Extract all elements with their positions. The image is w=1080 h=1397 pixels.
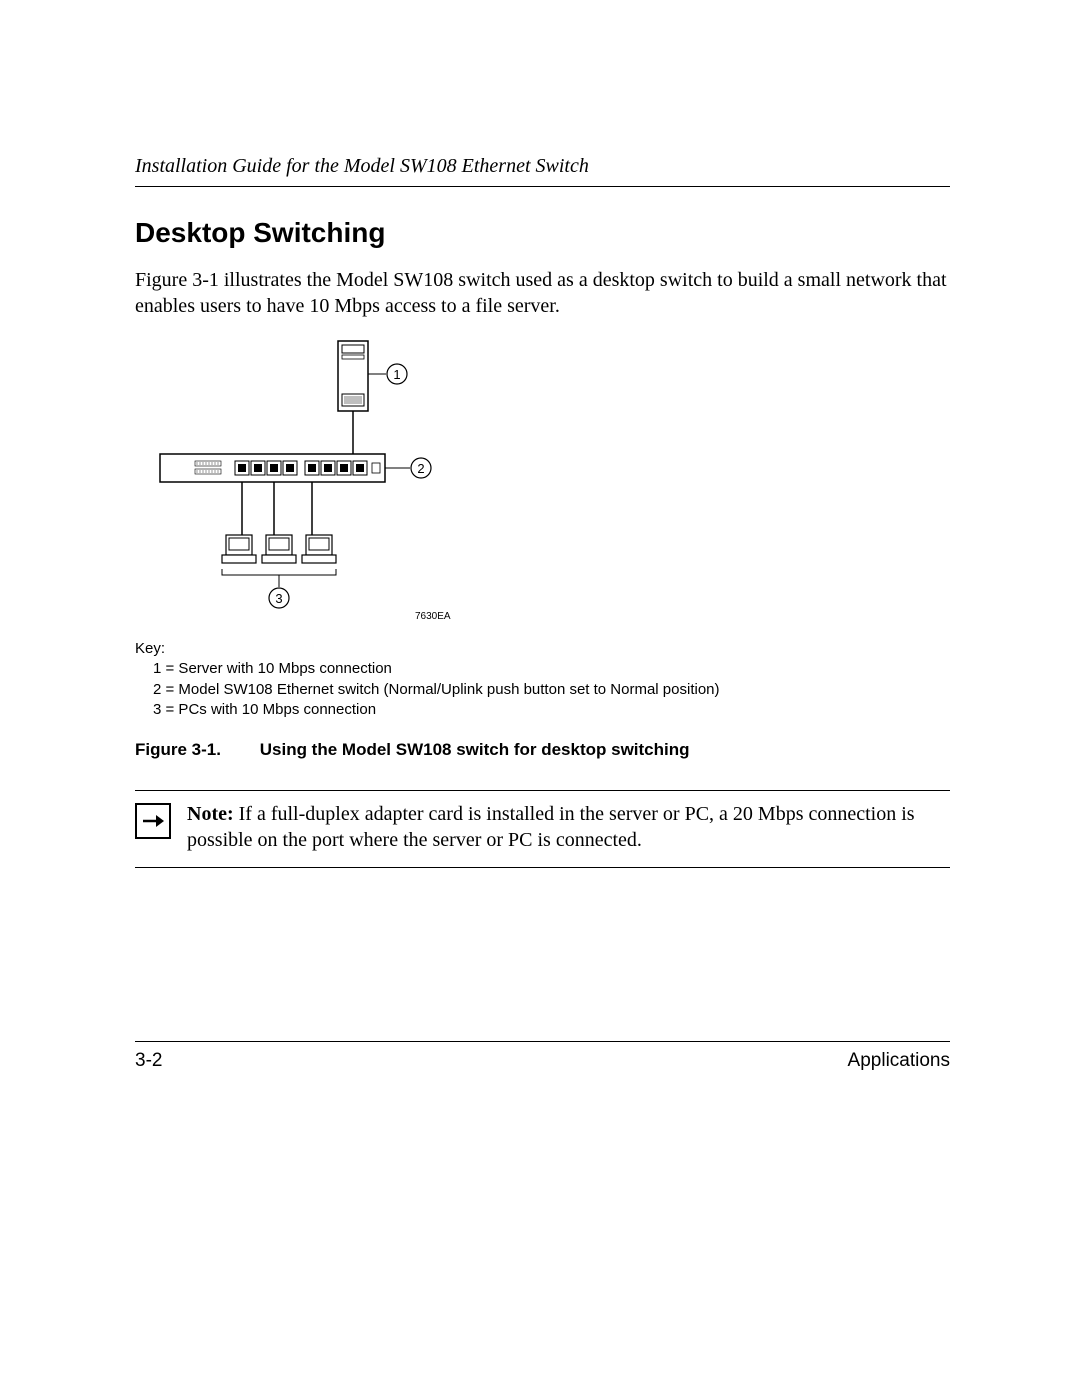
footer-section: Applications — [848, 1050, 950, 1072]
server-icon — [338, 341, 368, 411]
figure-caption: Figure 3-1. Using the Model SW108 switch… — [135, 740, 950, 760]
note-body: If a full-duplex adapter card is install… — [187, 803, 915, 851]
figure-label: Figure 3-1. — [135, 740, 255, 760]
pc-icon — [222, 535, 336, 563]
document-page: Installation Guide for the Model SW108 E… — [0, 0, 1080, 1397]
callout-3-label: 3 — [275, 591, 282, 606]
figure-key: Key: 1 = Server with 10 Mbps connection … — [135, 639, 950, 720]
key-item: 1 = Server with 10 Mbps connection — [135, 659, 950, 679]
note-label: Note: — [187, 803, 234, 825]
page-footer: 3-2 Applications — [135, 1041, 950, 1072]
intro-paragraph: Figure 3-1 illustrates the Model SW108 s… — [135, 267, 950, 319]
callout-2-label: 2 — [417, 461, 424, 476]
key-label: Key: — [135, 639, 950, 659]
page-number: 3-2 — [135, 1050, 162, 1072]
callout-1-label: 1 — [393, 367, 400, 382]
arrow-icon — [135, 803, 171, 839]
diagram-code: 7630EA — [415, 611, 451, 622]
section-title: Desktop Switching — [135, 217, 950, 249]
figure-block: 1 — [135, 339, 950, 760]
key-item: 2 = Model SW108 Ethernet switch (Normal/… — [135, 680, 950, 700]
note-block: Note: If a full-duplex adapter card is i… — [135, 790, 950, 868]
switch-icon — [160, 454, 385, 482]
note-text: Note: If a full-duplex adapter card is i… — [187, 801, 950, 853]
figure-caption-text: Using the Model SW108 switch for desktop… — [260, 740, 690, 759]
network-diagram: 1 — [150, 339, 480, 629]
running-header: Installation Guide for the Model SW108 E… — [135, 155, 950, 187]
key-item: 3 = PCs with 10 Mbps connection — [135, 700, 950, 720]
